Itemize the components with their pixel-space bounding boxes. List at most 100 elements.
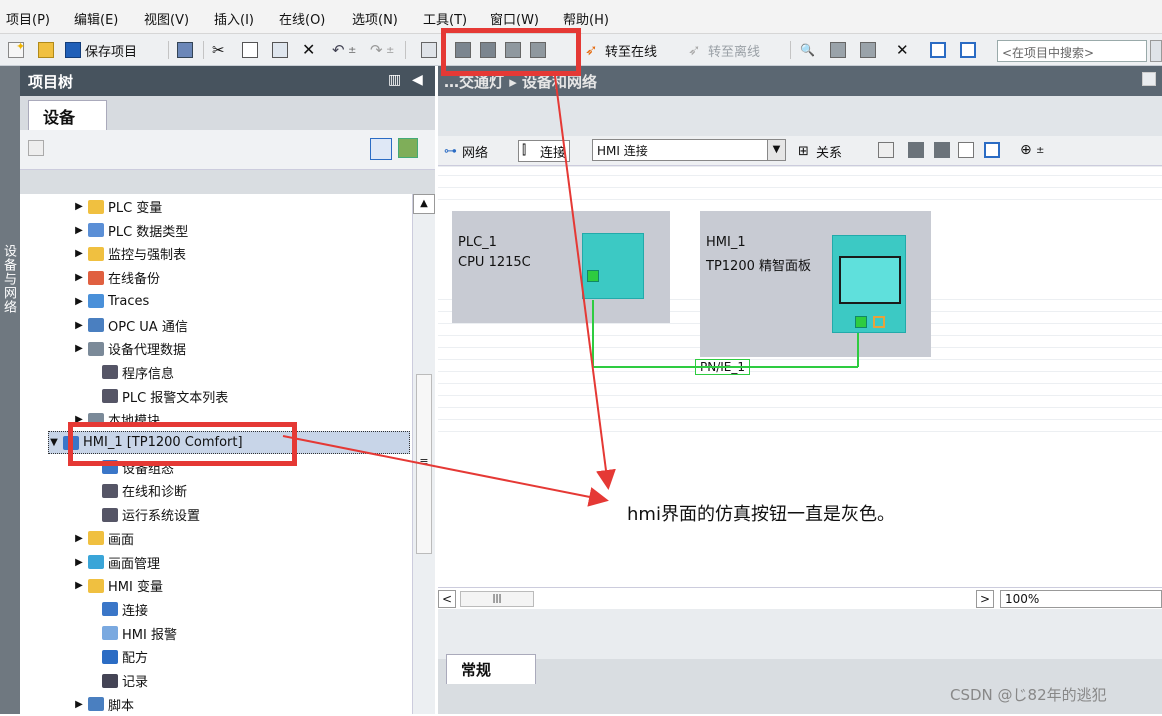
tree-item[interactable]: ▶ HMI 变量 xyxy=(20,574,412,597)
menu-online[interactable]: 在线(O) xyxy=(279,9,325,28)
project-search-input[interactable]: <在项目中搜索> xyxy=(997,40,1147,62)
expand-toggle-icon[interactable]: ▶ xyxy=(74,533,84,544)
project-tree-toolbar xyxy=(20,130,435,170)
table-view-button[interactable] xyxy=(958,142,974,158)
collapse-panel-icon[interactable]: ◀ xyxy=(412,72,423,88)
tree-vertical-scrollbar[interactable]: ▲ ≡ xyxy=(412,194,435,714)
expand-toggle-icon[interactable]: ▶ xyxy=(74,201,84,212)
tree-item[interactable]: ▶ 画面 xyxy=(20,527,412,550)
delete-button[interactable]: ✕ xyxy=(302,40,318,60)
table-icon xyxy=(88,246,104,261)
undo-button[interactable]: ↶ ± xyxy=(332,40,356,60)
connections-button[interactable]: ⫿ 连接 xyxy=(518,140,571,162)
tab-general[interactable]: 常规 xyxy=(446,654,536,684)
chevron-down-icon[interactable]: ▼ xyxy=(767,140,785,160)
zoom-button[interactable]: ⊕ ± xyxy=(1020,142,1044,158)
restore-window-icon[interactable] xyxy=(1142,72,1156,86)
scroll-thumb[interactable]: ≡ xyxy=(416,374,432,554)
show-names-button[interactable] xyxy=(878,142,894,158)
menu-edit[interactable]: 编辑(E) xyxy=(74,9,118,28)
go-offline-icon: ➶ xyxy=(688,41,701,59)
tree-item[interactable]: ▶ OPC UA 通信 xyxy=(20,314,412,337)
tree-item[interactable]: 配方 xyxy=(20,645,412,668)
menu-insert[interactable]: 插入(I) xyxy=(214,9,254,28)
new-project-button[interactable]: ✦ xyxy=(8,40,25,60)
tree-item[interactable]: 连接 xyxy=(20,598,412,621)
tree-item[interactable]: PLC 报警文本列表 xyxy=(20,385,412,408)
tree-item[interactable]: ▶ Traces xyxy=(20,290,412,313)
list-view-icon[interactable] xyxy=(370,138,392,160)
expand-toggle-icon[interactable]: ▶ xyxy=(74,320,84,331)
tree-item[interactable]: ▶ PLC 变量 xyxy=(20,195,412,218)
tree-item[interactable]: ▶ 监控与强制表 xyxy=(20,242,412,265)
add-device-icon[interactable] xyxy=(28,140,44,156)
start-cpu-button[interactable] xyxy=(830,40,846,60)
expand-toggle-icon[interactable]: ▶ xyxy=(74,557,84,568)
menu-options[interactable]: 选项(N) xyxy=(352,9,398,28)
expand-toggle-icon[interactable]: ▶ xyxy=(74,580,84,591)
hmi-device[interactable]: HMI_1 TP1200 精智面板 xyxy=(700,211,931,357)
network-view-button[interactable]: ⊶ 网络 xyxy=(444,142,488,162)
tree-item[interactable]: 在线和诊断 xyxy=(20,479,412,502)
tree-item[interactable]: ▶ 在线备份 xyxy=(20,266,412,289)
tree-item-label: PLC 报警文本列表 xyxy=(122,390,229,406)
accessible-devices-button[interactable]: 🔍 xyxy=(800,40,816,60)
expand-toggle-icon[interactable]: ▼ xyxy=(49,437,59,448)
expand-toggle-icon[interactable]: ▶ xyxy=(74,343,84,354)
split-vertical-button[interactable] xyxy=(960,40,976,60)
cross-reference-button[interactable]: ✕ xyxy=(896,40,912,60)
plc-device[interactable]: PLC_1 CPU 1215C xyxy=(452,211,670,323)
go-offline-button[interactable]: ➶ 转至离线 xyxy=(688,40,760,60)
menu-view[interactable]: 视图(V) xyxy=(144,9,189,28)
menu-tools[interactable]: 工具(T) xyxy=(423,9,467,28)
h-scroll-thumb[interactable]: ||| xyxy=(460,591,534,607)
connection-type-select[interactable]: HMI 连接 ▼ xyxy=(592,139,786,161)
tree-item[interactable]: HMI 报警 xyxy=(20,622,412,645)
compile-button[interactable] xyxy=(421,40,437,60)
tree-item[interactable]: ▶ PLC 数据类型 xyxy=(20,219,412,242)
network-label-pnie[interactable]: PN/IE_1 xyxy=(695,359,751,375)
properties-view-icon[interactable] xyxy=(398,138,418,158)
tree-item[interactable]: ▶ 设备代理数据 xyxy=(20,337,412,360)
expand-toggle-icon[interactable]: ▶ xyxy=(74,296,84,307)
open-project-button[interactable] xyxy=(38,40,54,60)
search-options-button[interactable] xyxy=(1150,40,1162,62)
hmi-port-icon[interactable] xyxy=(855,316,867,328)
expand-toggle-icon[interactable]: ▶ xyxy=(74,272,84,283)
panel-layout-icon[interactable]: ▥ xyxy=(388,72,401,88)
scroll-left-icon[interactable]: < xyxy=(438,590,456,608)
relations-button[interactable]: ⊞ 关系 xyxy=(798,142,842,162)
save-project-button[interactable]: 保存项目 xyxy=(65,40,137,60)
menu-window[interactable]: 窗口(W) xyxy=(490,9,539,28)
redo-button[interactable]: ↷ ± xyxy=(370,40,394,60)
scroll-right-icon[interactable]: > xyxy=(976,590,994,608)
copy-button[interactable] xyxy=(242,40,258,60)
stop-cpu-button[interactable] xyxy=(860,40,876,60)
bookmark-button[interactable] xyxy=(934,142,950,158)
tree-item[interactable]: 运行系统设置 xyxy=(20,503,412,526)
expand-toggle-icon[interactable]: ▶ xyxy=(74,225,84,236)
print-button[interactable] xyxy=(177,40,193,60)
paste-button[interactable] xyxy=(272,40,288,60)
tree-item[interactable]: ▶ 脚本 xyxy=(20,693,412,716)
plc-port-icon[interactable] xyxy=(587,270,599,282)
network-overview-button[interactable] xyxy=(908,142,924,158)
menu-help[interactable]: 帮助(H) xyxy=(563,9,609,28)
zoom-level-field[interactable]: 100% xyxy=(1000,590,1162,608)
menu-project[interactable]: 项目(P) xyxy=(6,9,50,28)
expand-toggle-icon[interactable]: ▶ xyxy=(74,699,84,710)
scroll-up-icon[interactable]: ▲ xyxy=(413,194,435,214)
cut-button[interactable]: ✂ xyxy=(212,40,228,60)
tab-devices[interactable]: 设备 xyxy=(28,100,107,130)
go-online-button[interactable]: ➶ 转至在线 xyxy=(585,40,657,60)
panel-toggle-button[interactable] xyxy=(984,142,1000,158)
split-horizontal-button[interactable] xyxy=(930,40,946,60)
tree-item[interactable]: 记录 xyxy=(20,669,412,692)
tree-item[interactable]: ▶ 画面管理 xyxy=(20,551,412,574)
hmi-port2-icon[interactable] xyxy=(873,316,885,328)
horizontal-scrollbar[interactable]: < ||| > 100% xyxy=(438,587,1162,609)
tree-item[interactable]: 程序信息 xyxy=(20,361,412,384)
devices-networks-vertical-label[interactable]: 设备与网络 xyxy=(1,244,18,314)
editor-bottom-gap xyxy=(438,609,1162,659)
expand-toggle-icon[interactable]: ▶ xyxy=(74,248,84,259)
